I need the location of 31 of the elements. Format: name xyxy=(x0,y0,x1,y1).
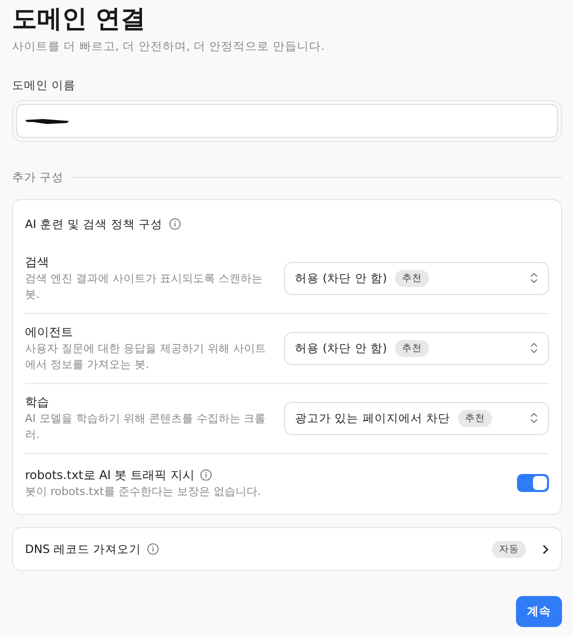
chevron-up-down-icon xyxy=(530,272,538,284)
page-subtitle: 사이트를 더 빠르고, 더 안전하며, 더 안정적으로 만듭니다. xyxy=(12,39,326,54)
info-icon xyxy=(168,218,181,230)
setting-description: 검색 엔진 결과에 사이트가 표시되도록 스캔하는 봇. xyxy=(25,271,264,303)
setting-title: 학습 xyxy=(25,394,50,411)
page-title: 도메인 연결 xyxy=(12,3,147,35)
chevron-up-down-icon xyxy=(530,412,538,424)
setting-title: 검색 xyxy=(25,254,50,271)
toggle-switch[interactable] xyxy=(517,474,549,492)
continue-button[interactable]: 계속 xyxy=(516,596,562,627)
policy-select[interactable]: 허용 (차단 안 함) 추천 xyxy=(284,332,549,364)
section-label: 추가 구성 xyxy=(12,170,64,185)
card-title: AI 훈련 및 검색 정책 구성 xyxy=(25,216,163,232)
info-icon xyxy=(147,543,160,555)
recommended-badge: 추천 xyxy=(394,270,429,286)
chevron-right-icon xyxy=(542,544,549,554)
info-icon xyxy=(200,469,212,481)
chevron-up-down-icon xyxy=(530,342,538,354)
setting-title: robots.txt로 AI 봇 트래픽 지시 xyxy=(25,467,194,484)
recommended-badge: 추천 xyxy=(394,340,429,356)
setting-description: 사용자 질문에 대한 응답을 제공하기 위해 사이트에서 정보를 가져오는 봇. xyxy=(25,341,267,373)
setting-description: AI 모델을 학습하기 위해 콘텐츠를 수집하는 크롤러. xyxy=(25,411,267,443)
field-label: 도메인 이름 xyxy=(12,78,77,93)
policy-select[interactable]: 광고가 있는 페이지에서 차단 추천 xyxy=(284,402,549,434)
dns-card[interactable]: DNS 레코드 가져오기 자동 xyxy=(12,527,562,571)
status-badge: 자동 xyxy=(492,540,526,558)
setting-description: 봇이 robots.txt를 준수한다는 보장은 없습니다. xyxy=(25,484,262,500)
policy-select[interactable]: 허용 (차단 안 함) 추천 xyxy=(284,262,549,294)
setting-title: 에이전트 xyxy=(25,324,74,341)
card-title: DNS 레코드 가져오기 xyxy=(25,542,142,556)
recommended-badge: 추천 xyxy=(458,410,492,426)
